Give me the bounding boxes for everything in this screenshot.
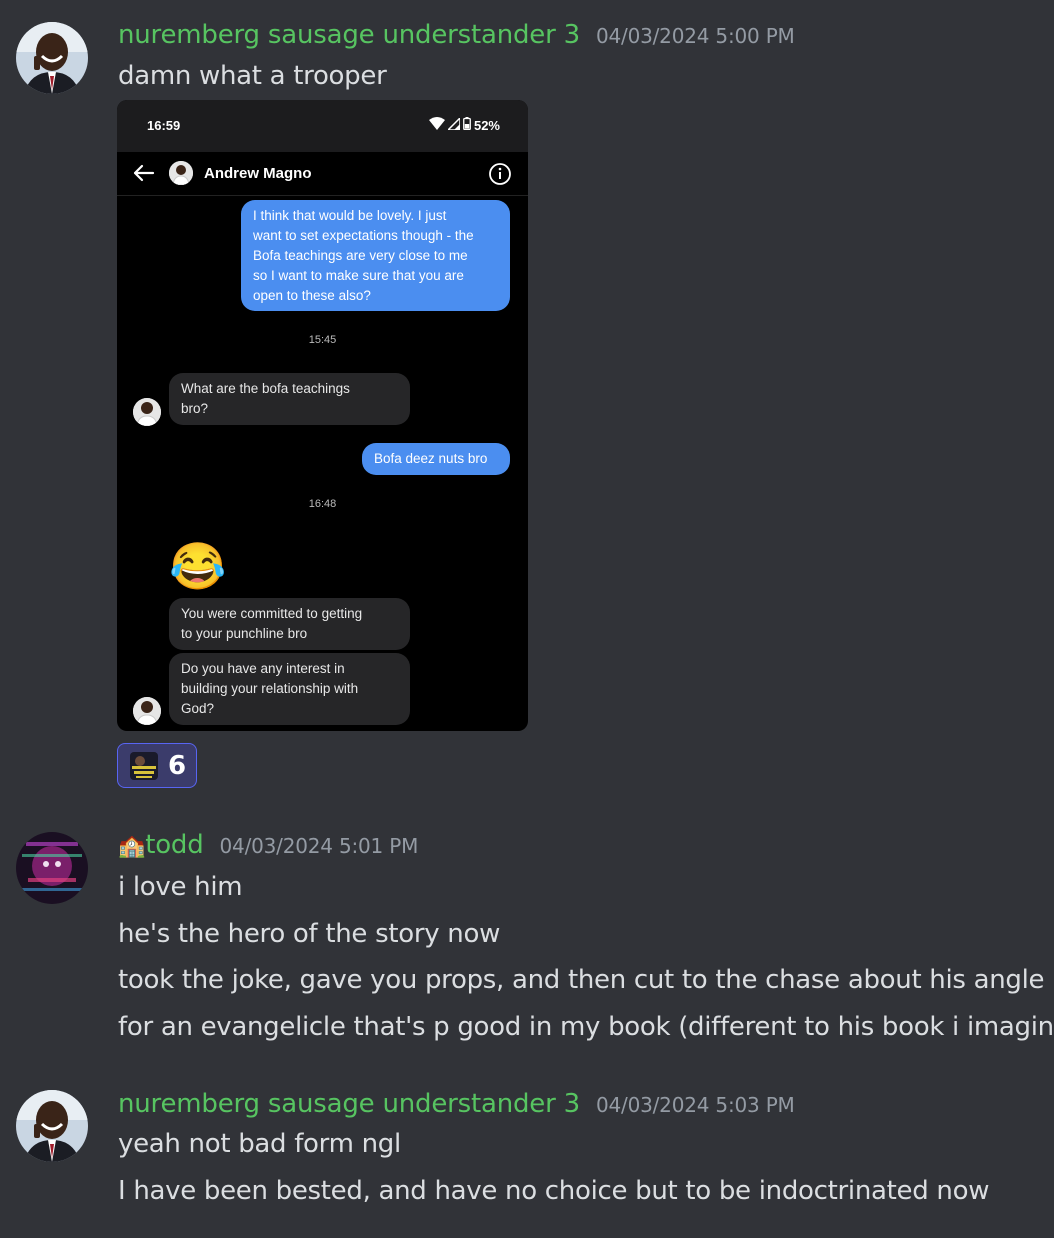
bubble-line: bro?: [181, 401, 209, 416]
username[interactable]: 🏫todd: [118, 830, 204, 860]
bubble-line: to your punchline bro: [181, 626, 308, 641]
bubble-line: building your relationship with: [181, 681, 359, 696]
incoming-bubble: You were committed to getting to your pu…: [169, 598, 410, 650]
message-text: took the joke, gave you props, and then …: [118, 965, 1045, 995]
username[interactable]: nuremberg sausage understander 3: [118, 1089, 580, 1119]
incoming-bubble: What are the bofa teachings bro?: [169, 373, 410, 425]
contact-avatar: [169, 161, 193, 185]
outgoing-bubble: Bofa deez nuts bro: [362, 443, 510, 475]
message-header: 🏫todd 04/03/2024 5:01 PM: [118, 830, 418, 860]
bubble-line: What are the bofa teachings: [181, 381, 350, 396]
timestamp: 04/03/2024 5:03 PM: [596, 1093, 795, 1117]
user-avatar[interactable]: [16, 832, 88, 904]
message-header: nuremberg sausage understander 3 04/03/2…: [118, 1089, 795, 1119]
battery-percent: 52%: [473, 117, 500, 133]
sender-avatar: [133, 697, 161, 725]
message-text: damn what a trooper: [118, 61, 387, 91]
phone-chat-header: Andrew Magno: [117, 152, 528, 196]
contact-name: Andrew Magno: [204, 165, 312, 182]
user-avatar[interactable]: [16, 22, 88, 94]
bubble-line: Bofa deez nuts bro: [374, 451, 488, 466]
username[interactable]: nuremberg sausage understander 3: [118, 20, 580, 50]
laughing-emoji-icon: 😂: [169, 540, 227, 592]
school-icon: 🏫: [118, 834, 146, 859]
reaction-button[interactable]: 6: [117, 743, 197, 788]
message-group-1: nuremberg sausage understander 3 04/03/2…: [0, 0, 1054, 800]
message-text: I have been bested, and have no choice b…: [118, 1176, 990, 1206]
bubble-line: God?: [181, 701, 215, 716]
time-separator: 16:48: [308, 498, 337, 510]
phone-status-bar: 16:59 52%: [117, 100, 528, 152]
reaction-count: 6: [168, 750, 187, 781]
bubble-line: open to these also?: [253, 288, 371, 303]
outgoing-bubble: I think that would be lovely. I just wan…: [241, 200, 510, 311]
timestamp: 04/03/2024 5:00 PM: [596, 24, 795, 48]
status-icons: 52%: [428, 115, 500, 133]
info-icon: [488, 162, 512, 186]
bubble-line: Do you have any interest in: [181, 661, 345, 676]
bubble-line: want to set expectations though - the: [253, 228, 474, 243]
bubble-line: You were committed to getting: [181, 606, 363, 621]
message-text: i love him: [118, 872, 243, 902]
timestamp: 04/03/2024 5:01 PM: [219, 834, 419, 858]
battery-icon: [463, 117, 471, 133]
signal-icon: [446, 115, 461, 133]
wifi-icon: [428, 117, 445, 133]
back-arrow-icon: [131, 160, 157, 186]
time-separator: 15:45: [308, 334, 337, 346]
incoming-bubble: Do you have any interest in building you…: [169, 653, 410, 725]
bubble-line: I think that would be lovely. I just: [253, 208, 447, 223]
image-attachment[interactable]: 16:59 52% Andrew Magno I think that woul…: [117, 100, 528, 731]
message-text: yeah not bad form ngl: [118, 1129, 401, 1159]
bubble-line: so I want to make sure that you are: [253, 268, 464, 283]
username-text: todd: [145, 830, 204, 860]
message-text: for an evangelicle that's p good in my b…: [118, 1012, 1054, 1042]
user-avatar[interactable]: [16, 1090, 88, 1162]
sender-avatar: [133, 398, 161, 426]
bubble-line: Bofa teachings are very close to me: [253, 248, 468, 263]
message-text: he's the hero of the story now: [118, 919, 501, 949]
message-header: nuremberg sausage understander 3 04/03/2…: [118, 20, 795, 50]
status-time: 16:59: [147, 118, 181, 133]
custom-emoji-icon: [130, 751, 158, 780]
